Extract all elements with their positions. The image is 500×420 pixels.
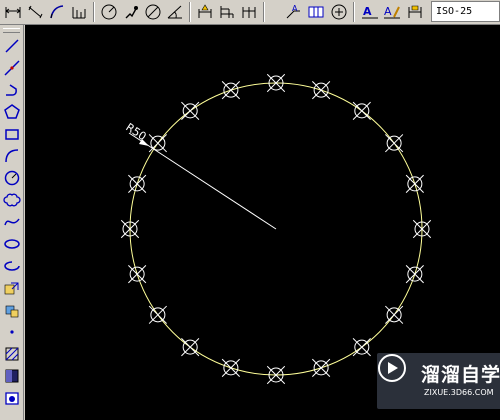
toolbar-separator xyxy=(263,2,265,22)
radius-dimension-text: R50 xyxy=(123,121,148,144)
dimension-update-icon[interactable] xyxy=(405,2,425,22)
watermark-url: ZIXUE.3D66.COM xyxy=(424,388,494,397)
svg-text:A: A xyxy=(363,5,372,18)
point-marker[interactable] xyxy=(352,101,371,120)
ellipse-arc-icon[interactable] xyxy=(2,256,22,276)
region-icon[interactable] xyxy=(2,388,22,408)
point-marker[interactable] xyxy=(181,338,200,357)
circle-icon[interactable] xyxy=(2,168,22,188)
point-marker[interactable] xyxy=(385,134,404,153)
rectangle-icon[interactable] xyxy=(2,124,22,144)
arc-length-icon[interactable] xyxy=(47,2,67,22)
toolbar-separator xyxy=(353,2,355,22)
toolbar-separator xyxy=(93,2,95,22)
ordinate-dimension-icon[interactable] xyxy=(69,2,89,22)
dimension-style-select[interactable]: ISO-25 xyxy=(431,1,500,22)
diameter-dimension-icon[interactable] xyxy=(143,2,163,22)
point-marker[interactable] xyxy=(128,174,147,193)
revision-cloud-icon[interactable] xyxy=(2,190,22,210)
angular-dimension-icon[interactable] xyxy=(165,2,185,22)
construction-line-icon[interactable] xyxy=(2,58,22,78)
spline-icon[interactable] xyxy=(2,212,22,232)
point-marker[interactable] xyxy=(148,305,167,324)
toolbar-separator xyxy=(189,2,191,22)
radius-dimension-line[interactable] xyxy=(148,145,277,230)
point-marker[interactable] xyxy=(312,81,331,100)
aligned-dimension-icon[interactable] xyxy=(25,2,45,22)
gradient-icon[interactable] xyxy=(2,366,22,386)
watermark: 溜溜自学 ZIXUE.3D66.COM xyxy=(377,353,500,409)
point-marker[interactable] xyxy=(405,265,424,284)
dimension-text-edit-icon[interactable]: A xyxy=(382,2,402,22)
baseline-dimension-icon[interactable] xyxy=(217,2,237,22)
point-marker[interactable] xyxy=(181,101,200,120)
dimension-edit-icon[interactable]: A xyxy=(360,2,380,22)
tolerance-icon[interactable] xyxy=(306,2,326,22)
polyline-icon[interactable] xyxy=(2,80,22,100)
point-marker[interactable] xyxy=(148,134,167,153)
linear-dimension-icon[interactable] xyxy=(3,2,23,22)
center-mark-icon[interactable] xyxy=(329,2,349,22)
dimension-toolbar: A A A ISO-25 xyxy=(0,0,500,25)
toolbar-grip[interactable] xyxy=(3,28,20,33)
svg-text:A: A xyxy=(384,5,392,18)
jogged-dimension-icon[interactable] xyxy=(121,2,141,22)
svg-text:A: A xyxy=(292,4,298,13)
point-marker[interactable] xyxy=(405,174,424,193)
make-block-icon[interactable] xyxy=(2,300,22,320)
point-marker[interactable] xyxy=(352,338,371,357)
hatch-icon[interactable] xyxy=(2,344,22,364)
line-icon[interactable] xyxy=(2,36,22,56)
point-marker[interactable] xyxy=(128,265,147,284)
polygon-icon[interactable] xyxy=(2,102,22,122)
point-marker[interactable] xyxy=(385,305,404,324)
quick-leader-icon[interactable]: A xyxy=(283,2,303,22)
point-marker[interactable] xyxy=(312,358,331,377)
drawing-canvas[interactable]: R50 溜溜自学 ZIXUE.3D66.COM xyxy=(25,25,500,420)
ellipse-icon[interactable] xyxy=(2,234,22,254)
point-marker[interactable] xyxy=(221,358,240,377)
quick-dimension-icon[interactable] xyxy=(195,2,215,22)
watermark-logo-icon xyxy=(378,354,406,382)
draw-toolbar xyxy=(0,25,24,420)
point-icon[interactable] xyxy=(2,322,22,342)
arc-icon[interactable] xyxy=(2,146,22,166)
radius-dimension-icon[interactable] xyxy=(99,2,119,22)
continue-dimension-icon[interactable] xyxy=(239,2,259,22)
point-marker[interactable] xyxy=(221,81,240,100)
watermark-title: 溜溜自学 xyxy=(421,364,500,386)
insert-block-icon[interactable] xyxy=(2,278,22,298)
